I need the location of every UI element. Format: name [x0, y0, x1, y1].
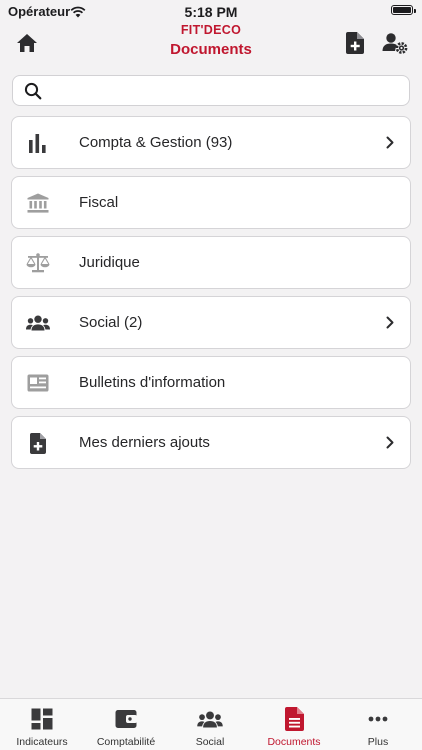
more-icon [336, 707, 420, 731]
tab-social[interactable]: Social [168, 699, 252, 750]
tab-label: Indicateurs [16, 736, 68, 748]
list-item-label: Mes derniers ajouts [79, 434, 210, 451]
chevron-right-icon [386, 136, 394, 154]
list-item-label: Fiscal [79, 194, 119, 211]
clock: 5:18 PM [184, 4, 238, 20]
list-item-derniers-ajouts[interactable]: Mes derniers ajouts [11, 416, 411, 469]
tab-label: Comptabilité [96, 736, 156, 748]
tab-label: Social [195, 736, 225, 748]
category-list: Compta & Gestion (93) Fiscal Juridique S… [11, 116, 411, 476]
users-icon [26, 312, 50, 334]
search-icon [24, 82, 42, 105]
tab-plus[interactable]: Plus [336, 699, 420, 750]
file-plus-icon [26, 432, 50, 454]
list-item-fiscal[interactable]: Fiscal [11, 176, 411, 229]
list-item-label: Social (2) [79, 314, 143, 331]
tab-indicateurs[interactable]: Indicateurs [0, 699, 84, 750]
bank-icon [26, 192, 50, 214]
wallet-icon [84, 707, 168, 731]
list-item-compta-gestion[interactable]: Compta & Gestion (93) [11, 116, 411, 169]
document-icon [252, 707, 336, 731]
search-bar[interactable] [12, 75, 410, 106]
bar-chart-icon [26, 132, 50, 154]
search-input[interactable] [53, 80, 402, 104]
user-settings-button[interactable] [379, 27, 411, 59]
list-item-label: Compta & Gestion (93) [79, 134, 233, 151]
add-document-button[interactable] [339, 27, 371, 59]
chevron-right-icon [386, 436, 394, 454]
tab-label: Documents [267, 736, 321, 748]
chevron-right-icon [386, 316, 394, 334]
battery-icon [391, 5, 416, 15]
tab-label: Plus [367, 736, 389, 748]
navigation-header: FIT'DECO Documents [0, 20, 422, 66]
users-icon [168, 707, 252, 731]
user-gear-icon [382, 33, 408, 54]
list-item-label: Juridique [79, 254, 140, 271]
status-bar: Opérateur 5:18 PM [0, 0, 422, 22]
tab-bar: Indicateurs Comptabilité Social Document… [0, 698, 422, 750]
tab-documents[interactable]: Documents [252, 699, 336, 750]
list-item-social[interactable]: Social (2) [11, 296, 411, 349]
list-item-juridique[interactable]: Juridique [11, 236, 411, 289]
balance-scale-icon [26, 252, 50, 274]
list-item-label: Bulletins d'information [79, 374, 226, 391]
tab-comptabilite[interactable]: Comptabilité [84, 699, 168, 750]
newspaper-icon [26, 372, 50, 394]
list-item-bulletins[interactable]: Bulletins d'information [11, 356, 411, 409]
file-plus-icon [346, 32, 364, 54]
dashboard-icon [0, 707, 84, 731]
